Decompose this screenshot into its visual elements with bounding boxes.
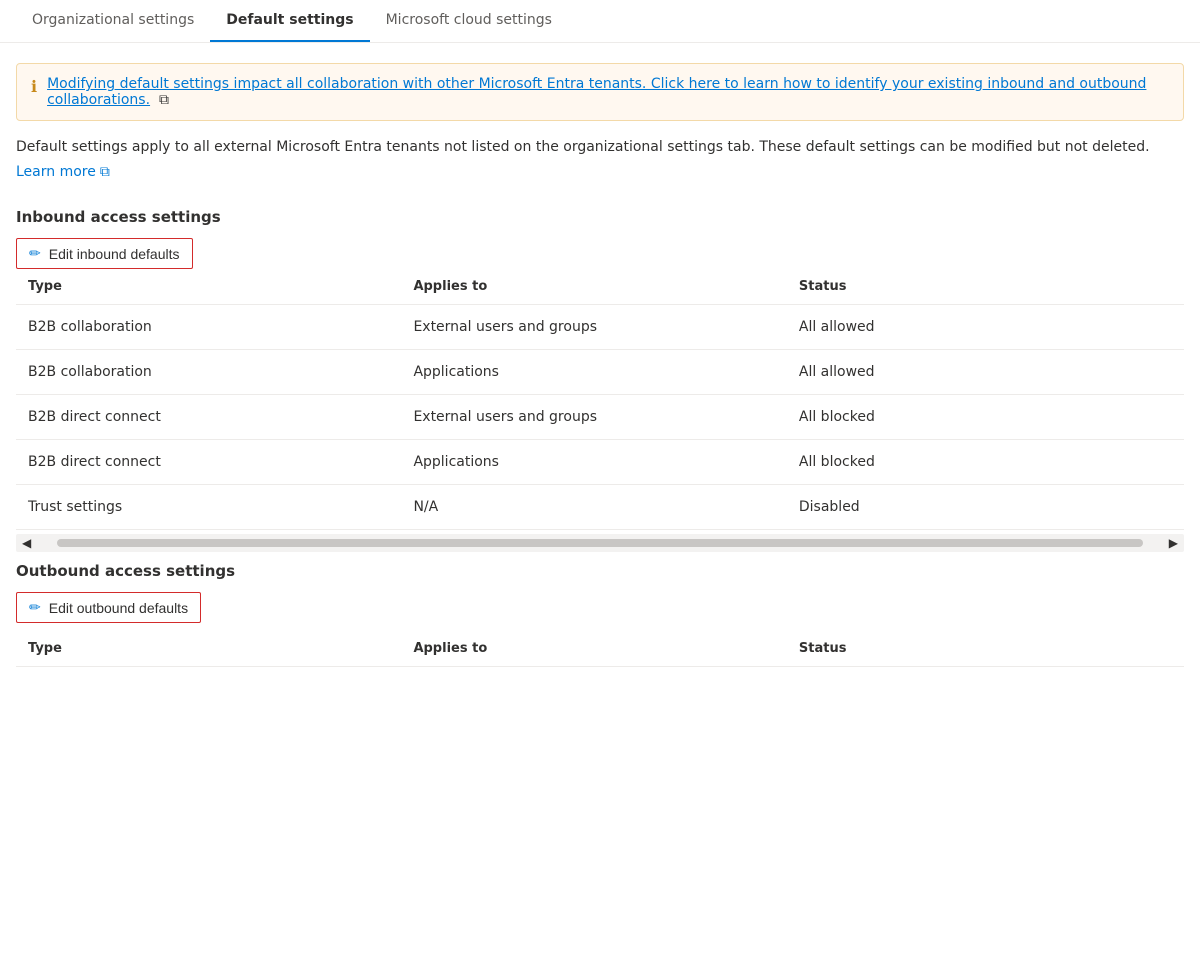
main-content: ℹ Modifying default settings impact all … (0, 43, 1200, 667)
inbound-row-type-4: Trust settings (16, 485, 401, 530)
inbound-row-type-1: B2B collaboration (16, 350, 401, 395)
col-header-status-inbound: Status (787, 269, 1184, 305)
tab-microsoft-cloud[interactable]: Microsoft cloud settings (370, 0, 568, 42)
edit-inbound-button[interactable]: ✏ Edit inbound defaults (16, 238, 193, 269)
col-header-applies-inbound: Applies to (401, 269, 786, 305)
pencil-icon-outbound: ✏ (29, 599, 41, 616)
inbound-row-status-2: All blocked (787, 395, 1184, 440)
external-link-icon: ⧉ (159, 92, 169, 108)
edit-inbound-label: Edit inbound defaults (49, 246, 180, 262)
learn-more-link[interactable]: Learn more ⧉ (16, 164, 110, 180)
col-header-type-inbound: Type (16, 269, 401, 305)
scroll-right-arrow[interactable]: ▶ (1163, 536, 1184, 550)
outbound-table-header-row: Type Applies to Status (16, 631, 1184, 667)
inbound-table-row: Trust settings N/A Disabled (16, 485, 1184, 530)
banner-link[interactable]: Modifying default settings impact all co… (47, 76, 1146, 108)
tab-organizational[interactable]: Organizational settings (16, 0, 210, 42)
edit-outbound-button[interactable]: ✏ Edit outbound defaults (16, 592, 201, 623)
col-header-type-outbound: Type (16, 631, 401, 667)
inbound-table-row: B2B direct connect External users and gr… (16, 395, 1184, 440)
inbound-row-applies-1: Applications (401, 350, 786, 395)
col-header-status-outbound: Status (787, 631, 1184, 667)
inbound-table-header-row: Type Applies to Status (16, 269, 1184, 305)
edit-outbound-label: Edit outbound defaults (49, 600, 188, 616)
inbound-row-applies-4: N/A (401, 485, 786, 530)
banner-text[interactable]: Modifying default settings impact all co… (47, 76, 1169, 108)
inbound-row-status-0: All allowed (787, 305, 1184, 350)
scrollbar-track[interactable] (57, 539, 1143, 547)
inbound-section: Inbound access settings ✏ Edit inbound d… (16, 208, 1184, 552)
inbound-row-type-0: B2B collaboration (16, 305, 401, 350)
outbound-table-container: Type Applies to Status (16, 631, 1184, 667)
inbound-row-status-4: Disabled (787, 485, 1184, 530)
outbound-heading: Outbound access settings (16, 562, 1184, 580)
tab-bar: Organizational settings Default settings… (0, 0, 1200, 43)
inbound-row-applies-0: External users and groups (401, 305, 786, 350)
inbound-row-status-3: All blocked (787, 440, 1184, 485)
inbound-table-row: B2B direct connect Applications All bloc… (16, 440, 1184, 485)
inbound-table-container: Type Applies to Status B2B collaboration… (16, 269, 1184, 530)
inbound-heading: Inbound access settings (16, 208, 1184, 226)
inbound-row-applies-3: Applications (401, 440, 786, 485)
inbound-table-row: B2B collaboration Applications All allow… (16, 350, 1184, 395)
outbound-section: Outbound access settings ✏ Edit outbound… (16, 562, 1184, 667)
inbound-table: Type Applies to Status B2B collaboration… (16, 269, 1184, 530)
pencil-icon-inbound: ✏ (29, 245, 41, 262)
info-banner: ℹ Modifying default settings impact all … (16, 63, 1184, 121)
col-header-applies-outbound: Applies to (401, 631, 786, 667)
outbound-table: Type Applies to Status (16, 631, 1184, 667)
info-icon: ℹ (31, 77, 37, 96)
scroll-left-arrow[interactable]: ◀ (16, 536, 37, 550)
inbound-table-row: B2B collaboration External users and gro… (16, 305, 1184, 350)
inbound-row-type-2: B2B direct connect (16, 395, 401, 440)
inbound-row-type-3: B2B direct connect (16, 440, 401, 485)
inbound-row-status-1: All allowed (787, 350, 1184, 395)
description-text: Default settings apply to all external M… (16, 137, 1184, 158)
inbound-row-applies-2: External users and groups (401, 395, 786, 440)
horizontal-scrollbar[interactable]: ◀ ▶ (16, 534, 1184, 552)
tab-default[interactable]: Default settings (210, 0, 369, 42)
learn-more-external-icon: ⧉ (100, 164, 110, 180)
